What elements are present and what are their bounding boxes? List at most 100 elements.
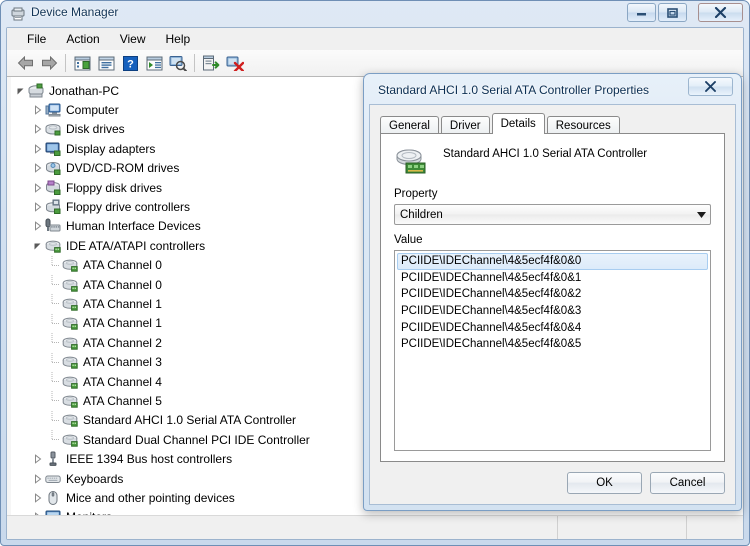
menu-bar: File Action View Help (7, 28, 743, 51)
toolbar-separator (65, 54, 66, 72)
tree-item-label: Standard Dual Channel PCI IDE Controller (83, 432, 310, 447)
update-driver-icon[interactable] (199, 52, 223, 74)
cancel-button[interactable]: Cancel (650, 472, 725, 494)
status-bar (7, 515, 743, 539)
device-properties-dialog: Standard AHCI 1.0 Serial ATA Controller … (363, 73, 742, 511)
ata-channel-icon (62, 393, 79, 409)
tree-item-label: Standard AHCI 1.0 Serial ATA Controller (83, 413, 296, 428)
tree-guide-icon (47, 275, 62, 294)
status-segment-2 (558, 516, 687, 539)
dialog-body: General Driver Details Resources Standar… (369, 104, 736, 505)
tree-guide-icon (47, 372, 62, 391)
expand-triangle-icon[interactable] (30, 508, 45, 515)
value-list-item-selected[interactable]: PCIIDE\IDEChannel\4&5ecf4f&0&0 (397, 253, 708, 270)
forward-icon[interactable] (37, 52, 61, 74)
tree-item-label: ATA Channel 5 (83, 393, 162, 408)
properties-icon[interactable] (94, 52, 118, 74)
tree-item-label: Floppy disk drives (66, 180, 163, 195)
tree-item-label: ATA Channel 0 (83, 277, 162, 292)
ata-channel-icon (62, 412, 79, 428)
expand-triangle-icon[interactable] (30, 450, 45, 469)
close-button[interactable] (698, 3, 743, 22)
tab-general[interactable]: General (380, 116, 439, 134)
tree-guide-icon (47, 410, 62, 430)
menu-item-file[interactable]: File (17, 29, 56, 50)
disk-drive-icon (45, 121, 62, 137)
expand-triangle-icon[interactable] (30, 178, 45, 197)
ata-channel-icon (62, 315, 79, 331)
ata-channel-icon (62, 374, 79, 390)
dialog-button-row: OK Cancel (567, 472, 725, 494)
mouse-icon (45, 490, 62, 506)
expand-triangle-icon[interactable] (30, 488, 45, 507)
value-list[interactable]: PCIIDE\IDEChannel\4&5ecf4f&0&0 PCIIDE\IDE… (394, 250, 711, 451)
expand-triangle-icon[interactable] (30, 469, 45, 488)
expand-triangle-icon[interactable] (30, 198, 45, 217)
expand-triangle-icon[interactable] (30, 139, 45, 158)
dialog-tabs: General Driver Details Resources (380, 113, 725, 134)
tree-item-label: ATA Channel 1 (83, 316, 162, 331)
title-bar: Device Manager (1, 1, 750, 27)
floppy-controller-icon (45, 199, 62, 215)
value-list-item[interactable]: PCIIDE\IDEChannel\4&5ecf4f&0&4 (397, 319, 708, 336)
action-pane-icon[interactable] (142, 52, 166, 74)
ata-channel-icon (62, 296, 79, 312)
chevron-down-icon (692, 211, 710, 218)
floppy-disk-icon (45, 180, 62, 196)
status-text (7, 516, 558, 539)
dialog-close-button[interactable] (688, 77, 733, 96)
tree-item-label: DVD/CD-ROM drives (66, 161, 180, 176)
details-tab-page: Standard AHCI 1.0 Serial ATA Controller … (380, 133, 725, 462)
property-label: Property (394, 188, 438, 200)
hid-icon (45, 218, 62, 234)
show-console-tree-icon[interactable] (70, 52, 94, 74)
menu-item-action[interactable]: Action (56, 29, 109, 50)
menu-item-help[interactable]: Help (156, 29, 201, 50)
tree-item-label: Disk drives (66, 122, 125, 137)
tree-item-label: Jonathan-PC (49, 83, 120, 98)
minimize-button[interactable] (627, 3, 656, 22)
expand-triangle-icon[interactable] (30, 217, 45, 236)
device-name: Standard AHCI 1.0 Serial ATA Controller (443, 148, 648, 160)
expand-triangle-icon[interactable] (30, 101, 45, 120)
dvd-drive-icon (45, 160, 62, 176)
tree-item-label: Mice and other pointing devices (66, 490, 235, 505)
scan-for-hardware-changes-icon[interactable] (166, 52, 190, 74)
value-list-item[interactable]: PCIIDE\IDEChannel\4&5ecf4f&0&1 (397, 270, 708, 287)
tab-details[interactable]: Details (491, 113, 545, 134)
tree-guide-icon (47, 255, 62, 275)
property-dropdown[interactable]: Children (394, 204, 711, 225)
tree-item-label: Keyboards (66, 471, 124, 486)
property-selected-value: Children (400, 208, 443, 221)
menu-item-view[interactable]: View (110, 29, 156, 50)
tree-item-label: IEEE 1394 Bus host controllers (66, 452, 233, 467)
ieee1394-icon (45, 451, 62, 467)
value-list-item[interactable]: PCIIDE\IDEChannel\4&5ecf4f&0&2 (397, 286, 708, 303)
ok-button[interactable]: OK (567, 472, 642, 494)
display-adapter-icon (45, 141, 62, 157)
back-icon[interactable] (13, 52, 37, 74)
tree-item-label: Computer (66, 103, 119, 118)
expand-triangle-icon[interactable] (30, 120, 45, 139)
value-list-item[interactable]: PCIIDE\IDEChannel\4&5ecf4f&0&5 (397, 336, 708, 353)
collapse-triangle-icon[interactable] (30, 236, 45, 255)
tree-item-label: ATA Channel 4 (83, 374, 162, 389)
ata-channel-icon (62, 354, 79, 370)
tab-driver[interactable]: Driver (440, 116, 490, 134)
tree-item-label: Floppy drive controllers (66, 200, 191, 215)
device-header: Standard AHCI 1.0 Serial ATA Controller (395, 144, 714, 184)
uninstall-device-icon[interactable] (223, 52, 247, 74)
svg-text:?: ? (127, 58, 134, 70)
ide-controller-icon (45, 238, 62, 254)
collapse-triangle-icon[interactable] (13, 81, 28, 100)
value-list-item[interactable]: PCIIDE\IDEChannel\4&5ecf4f&0&3 (397, 303, 708, 320)
tree-guide-icon (47, 294, 62, 313)
tab-resources[interactable]: Resources (546, 116, 620, 134)
expand-triangle-icon[interactable] (30, 159, 45, 178)
maximize-button[interactable] (658, 3, 687, 22)
tree-guide-icon (47, 430, 62, 449)
help-icon[interactable]: ? (118, 52, 142, 74)
tree-guide-icon (47, 333, 62, 352)
computer-root-icon (28, 83, 45, 99)
tree-item-label: ATA Channel 1 (83, 296, 162, 311)
